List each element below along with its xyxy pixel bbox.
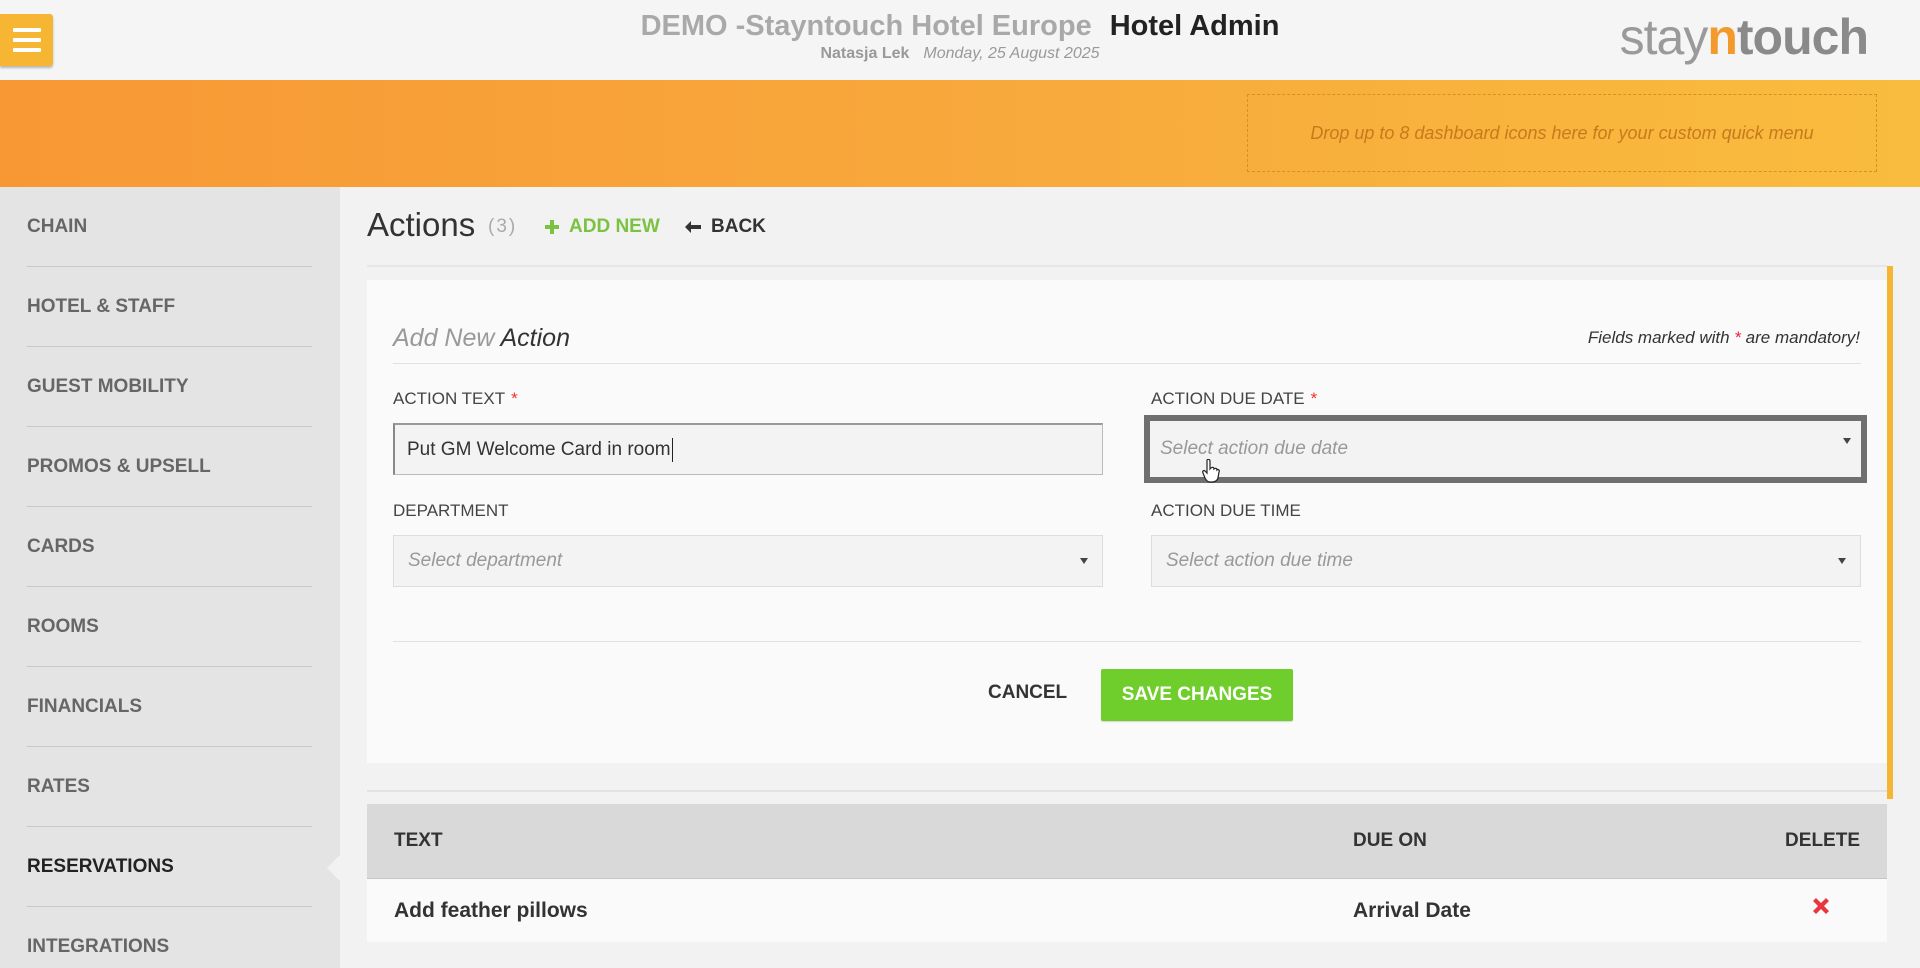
department-select[interactable]: Select department bbox=[393, 535, 1103, 587]
plus-icon bbox=[545, 220, 559, 234]
current-date: Monday, 25 August 2025 bbox=[923, 45, 1100, 62]
action-text-value: Put GM Welcome Card in room bbox=[407, 438, 671, 460]
department-placeholder: Select department bbox=[408, 550, 563, 571]
due-date-placeholder: Select action due date bbox=[1160, 438, 1349, 459]
heading-divider bbox=[367, 265, 1887, 267]
table-row[interactable]: Add feather pillows Arrival Date bbox=[367, 879, 1887, 942]
column-header-due-on: DUE ON bbox=[1353, 830, 1427, 851]
action-text-input[interactable]: Put GM Welcome Card in room bbox=[393, 423, 1103, 475]
due-date-select[interactable]: Select action due date bbox=[1144, 415, 1867, 483]
actions-count: (3) bbox=[488, 216, 518, 237]
sidebar-item-chain[interactable]: CHAIN bbox=[27, 187, 312, 267]
due-time-select[interactable]: Select action due time bbox=[1151, 535, 1861, 587]
chevron-down-icon bbox=[1080, 558, 1088, 564]
column-header-delete: DELETE bbox=[1785, 830, 1860, 851]
cancel-button[interactable]: CANCEL bbox=[988, 682, 1067, 704]
table-divider bbox=[367, 790, 1887, 792]
page-title: Actions bbox=[367, 206, 476, 243]
card-accent-bar bbox=[1887, 266, 1893, 799]
sidebar-item-cards[interactable]: CARDS bbox=[27, 507, 312, 587]
sidebar-item-reservations[interactable]: RESERVATIONS bbox=[27, 827, 312, 907]
chevron-down-icon bbox=[1838, 558, 1846, 564]
due-date-label: ACTION DUE DATE * bbox=[1151, 389, 1318, 408]
hand-cursor-icon bbox=[1202, 459, 1220, 483]
stayntouch-logo: stayntouch bbox=[1619, 9, 1869, 65]
sidebar-item-financials[interactable]: FINANCIALS bbox=[27, 667, 312, 747]
form-divider bbox=[393, 641, 1861, 642]
quick-menu-band: Drop up to 8 dashboard icons here for yo… bbox=[0, 80, 1920, 187]
sidebar-item-rates[interactable]: RATES bbox=[27, 747, 312, 827]
add-action-form: Add New Action Fields marked with * are … bbox=[367, 280, 1887, 763]
sidebar-item-rooms[interactable]: ROOMS bbox=[27, 587, 312, 667]
back-label: BACK bbox=[711, 216, 766, 237]
admin-sidebar: CHAIN HOTEL & STAFF GUEST MOBILITY PROMO… bbox=[0, 187, 340, 968]
actions-table-header: TEXT DUE ON DELETE bbox=[367, 804, 1887, 879]
sidebar-item-hotel-staff[interactable]: HOTEL & STAFF bbox=[27, 267, 312, 347]
quick-menu-dropzone[interactable]: Drop up to 8 dashboard icons here for yo… bbox=[1247, 94, 1877, 172]
hotel-name: DEMO -Stayntouch Hotel Europe bbox=[640, 10, 1092, 42]
row-due-on: Arrival Date bbox=[1353, 899, 1471, 922]
sidebar-item-guest-mobility[interactable]: GUEST MOBILITY bbox=[27, 347, 312, 427]
add-new-button[interactable]: ADD NEW bbox=[545, 216, 660, 238]
form-title: Add New Action bbox=[393, 324, 570, 352]
arrow-left-icon bbox=[685, 221, 701, 233]
mandatory-note: Fields marked with * are mandatory! bbox=[1587, 328, 1860, 347]
user-name: Natasja Lek bbox=[820, 45, 910, 62]
due-time-placeholder: Select action due time bbox=[1166, 550, 1353, 571]
form-divider bbox=[393, 363, 1861, 364]
sidebar-item-promos-upsell[interactable]: PROMOS & UPSELL bbox=[27, 427, 312, 507]
active-indicator-arrow bbox=[327, 855, 340, 881]
text-caret bbox=[671, 437, 673, 462]
department-label: DEPARTMENT bbox=[393, 501, 509, 520]
row-action-text: Add feather pillows bbox=[394, 899, 588, 922]
delete-icon[interactable] bbox=[1810, 895, 1832, 917]
due-time-label: ACTION DUE TIME bbox=[1151, 501, 1301, 520]
top-header: DEMO -Stayntouch Hotel Europe Hotel Admin… bbox=[0, 0, 1920, 80]
chevron-down-icon bbox=[1843, 438, 1851, 444]
add-new-label: ADD NEW bbox=[569, 216, 660, 237]
app-name: Hotel Admin bbox=[1109, 10, 1280, 42]
action-text-label: ACTION TEXT * bbox=[393, 389, 518, 408]
column-header-text: TEXT bbox=[394, 830, 443, 851]
save-changes-button[interactable]: SAVE CHANGES bbox=[1101, 669, 1293, 721]
sidebar-item-integrations[interactable]: INTEGRATIONS bbox=[27, 907, 312, 968]
back-button[interactable]: BACK bbox=[685, 216, 766, 238]
